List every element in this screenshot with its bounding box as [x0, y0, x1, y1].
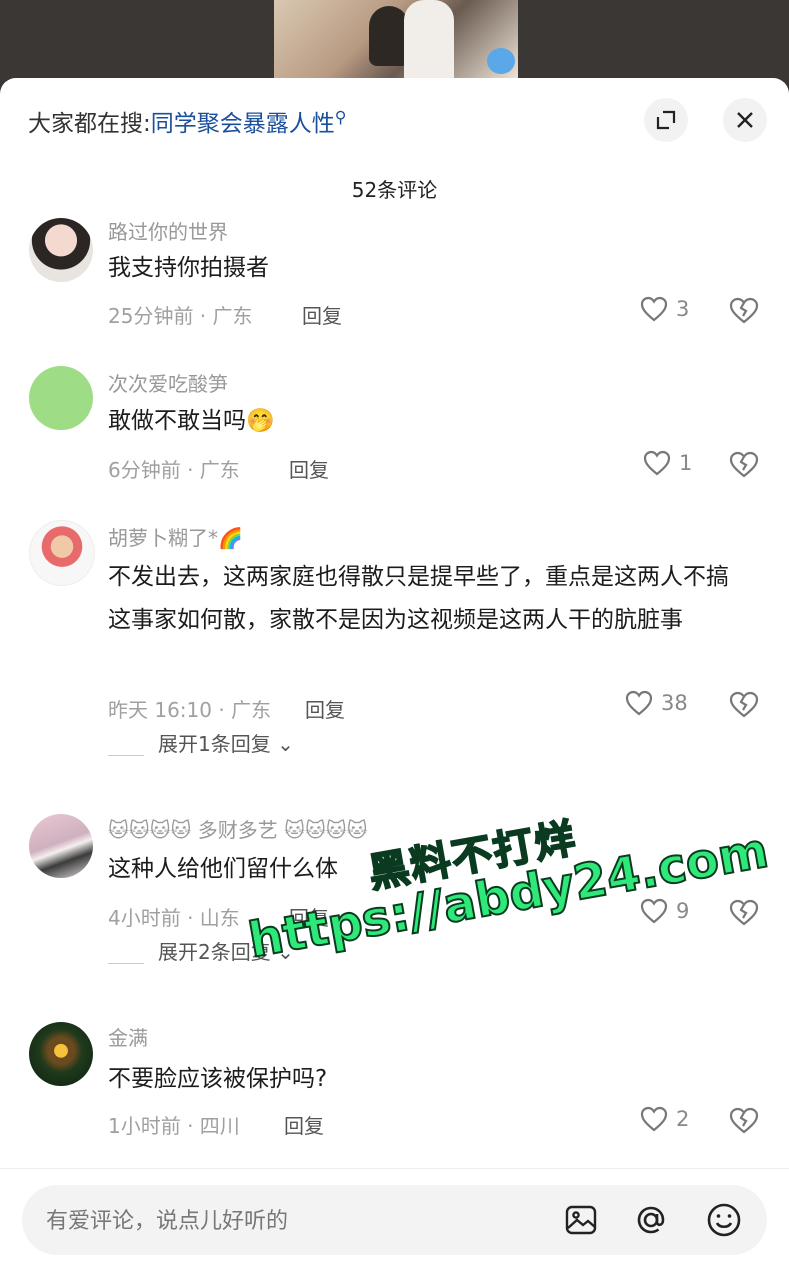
comment-text: 不要脸应该被保护吗?: [108, 1066, 328, 1092]
figure-shape: [369, 6, 409, 66]
comment-meta: 昨天 16:10 · 广东: [108, 698, 272, 722]
like-button[interactable]: 1: [643, 450, 692, 476]
mention-button[interactable]: [633, 1202, 669, 1238]
avatar[interactable]: [29, 366, 93, 430]
broken-heart-icon: [729, 1107, 759, 1134]
like-button[interactable]: 3: [640, 296, 689, 322]
image-icon: [565, 1205, 597, 1235]
figure-shape: [404, 0, 454, 80]
dislike-button[interactable]: [729, 691, 759, 722]
broken-heart-icon: [729, 297, 759, 324]
comment-count-title: 52条评论: [351, 178, 438, 202]
smiley-icon: [707, 1203, 741, 1237]
search-icon: ⚲: [334, 107, 347, 127]
comment-text: 我支持你拍摄者: [108, 255, 269, 281]
comment-text: 敢做不敢当吗🤭: [108, 408, 275, 434]
avatar[interactable]: [29, 218, 93, 282]
video-background: [0, 0, 789, 80]
reply-button[interactable]: 回复: [284, 1110, 324, 1139]
expand-replies-label: 展开1条回复: [158, 731, 271, 756]
image-button[interactable]: [563, 1202, 599, 1238]
like-button[interactable]: 2: [640, 1106, 689, 1132]
heart-icon: [640, 296, 668, 322]
reply-button[interactable]: 回复: [302, 300, 342, 329]
search-suggestion[interactable]: 大家都在搜:同学聚会暴露人性⚲: [28, 104, 346, 138]
comment-input-container: [22, 1185, 767, 1257]
comment-meta: 1小时前 · 四川: [108, 1114, 240, 1138]
toy-shape: [487, 48, 515, 74]
heart-icon: [643, 450, 671, 476]
expand-button[interactable]: [644, 98, 688, 142]
like-count: 1: [679, 451, 693, 475]
dislike-button[interactable]: [729, 1107, 759, 1138]
broken-heart-icon: [729, 451, 759, 478]
chevron-down-icon: ⌄: [277, 731, 294, 756]
close-button[interactable]: [723, 98, 767, 142]
comment-input[interactable]: [44, 1185, 528, 1257]
heart-icon: [640, 1106, 668, 1132]
divider-line: [108, 963, 144, 964]
comment-meta: 4小时前 · 山东: [108, 906, 240, 930]
reply-button[interactable]: 回复: [289, 454, 329, 483]
comment-input-bar: [0, 1168, 789, 1281]
like-count: 3: [676, 297, 690, 321]
comment-username[interactable]: 胡萝卜糊了*🌈: [108, 522, 243, 551]
comment-username[interactable]: 次次爱吃酸笋: [108, 368, 228, 397]
like-button[interactable]: 38: [625, 690, 688, 716]
like-count: 2: [676, 1107, 690, 1131]
comment-sheet: 大家都在搜:同学聚会暴露人性⚲ 52条评论 路过你的世界 我支持你拍摄者 25分…: [0, 78, 789, 1281]
expand-icon: [656, 110, 676, 130]
at-sign-icon: [637, 1206, 665, 1234]
search-prefix: 大家都在搜:: [28, 111, 151, 137]
dislike-button[interactable]: [729, 451, 759, 482]
comment-username[interactable]: 金满: [108, 1022, 148, 1051]
close-icon: [737, 112, 753, 128]
divider-line: [108, 755, 144, 756]
reply-button[interactable]: 回复: [305, 694, 345, 723]
like-count: 38: [661, 691, 688, 715]
comment-username[interactable]: 路过你的世界: [108, 216, 228, 245]
dislike-button[interactable]: [729, 297, 759, 328]
search-keyword[interactable]: 同学聚会暴露人性: [151, 111, 335, 137]
heart-icon: [625, 690, 653, 716]
avatar[interactable]: [29, 520, 95, 586]
avatar[interactable]: [29, 814, 93, 878]
comment-meta: 25分钟前 · 广东: [108, 304, 253, 328]
comment-text: 不发出去，这两家庭也得散只是提早些了，重点是这两人不搞这事家如何散，家散不是因为…: [108, 564, 729, 633]
avatar[interactable]: [29, 1022, 93, 1086]
broken-heart-icon: [729, 691, 759, 718]
video-thumbnail[interactable]: [274, 0, 518, 80]
emoji-button[interactable]: [706, 1202, 742, 1238]
comment-meta: 6分钟前 · 广东: [108, 458, 240, 482]
